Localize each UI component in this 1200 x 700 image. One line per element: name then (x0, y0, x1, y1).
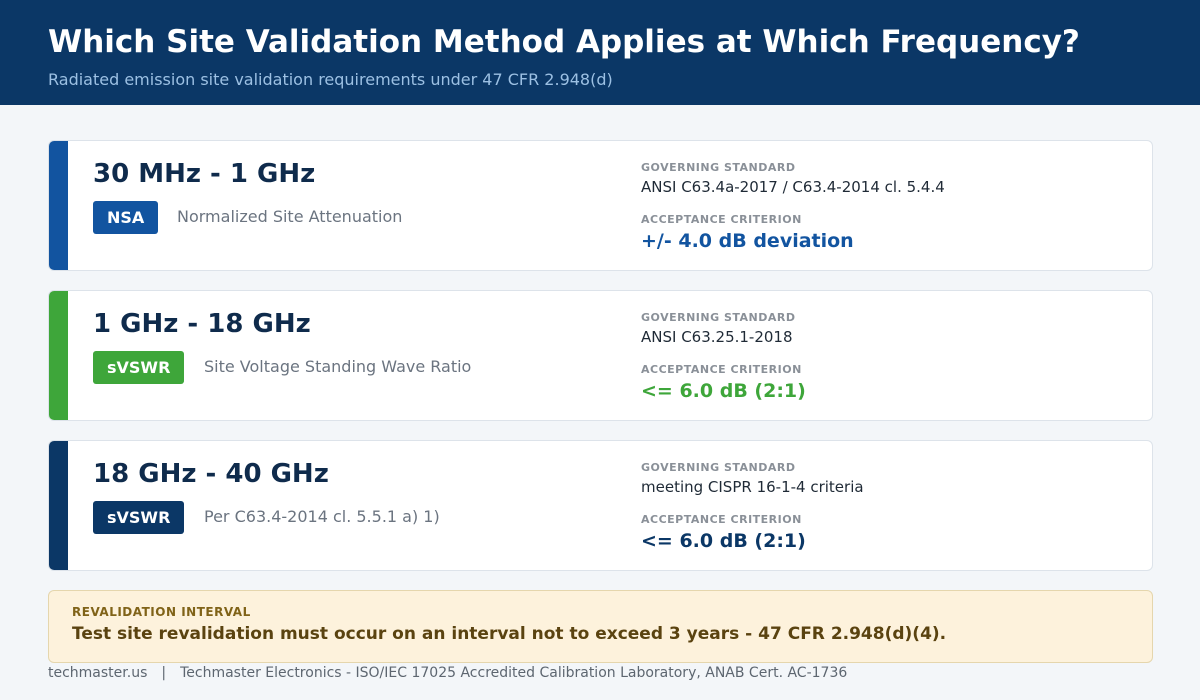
method-badge: NSA (93, 201, 159, 234)
method-name: Per C63.4-2014 cl. 5.5.1 a) 1) (204, 507, 440, 526)
acceptance-criterion: +/- 4.0 dB deviation (641, 230, 854, 252)
card-accent-bar (49, 291, 68, 420)
frequency-range: 30 MHz - 1 GHz (93, 159, 316, 189)
frequency-card-3: 18 GHz - 40 GHz sVSWR Per C63.4-2014 cl.… (48, 440, 1153, 571)
governing-standard: ANSI C63.4a-2017 / C63.4-2014 cl. 5.4.4 (641, 178, 945, 196)
method-badge: sVSWR (93, 351, 185, 384)
standard-label: GOVERNING STANDARD (641, 161, 796, 174)
footer-org: Techmaster Electronics - ISO/IEC 17025 A… (180, 665, 848, 681)
governing-standard: meeting CISPR 16-1-4 criteria (641, 478, 864, 496)
criterion-label: ACCEPTANCE CRITERION (641, 363, 802, 376)
revalidation-notice: REVALIDATION INTERVAL Test site revalida… (48, 590, 1153, 663)
page-subtitle: Radiated emission site validation requir… (48, 70, 613, 89)
card-accent-bar (49, 441, 68, 570)
acceptance-criterion: <= 6.0 dB (2:1) (641, 530, 806, 552)
footer-site: techmaster.us (48, 665, 148, 681)
notice-label: REVALIDATION INTERVAL (72, 605, 251, 619)
method-name: Site Voltage Standing Wave Ratio (204, 357, 472, 376)
standard-label: GOVERNING STANDARD (641, 311, 796, 324)
card-accent-bar (49, 141, 68, 270)
method-badge: sVSWR (93, 501, 185, 534)
footer-separator: | (161, 665, 167, 681)
frequency-card-1: 30 MHz - 1 GHz NSA Normalized Site Atten… (48, 140, 1153, 271)
page-title: Which Site Validation Method Applies at … (48, 24, 1080, 60)
acceptance-criterion: <= 6.0 dB (2:1) (641, 380, 806, 402)
footer: techmaster.us | Techmaster Electronics - I… (48, 665, 847, 681)
method-name: Normalized Site Attenuation (177, 207, 403, 226)
notice-text: Test site revalidation must occur on an … (72, 624, 947, 644)
governing-standard: ANSI C63.25.1-2018 (641, 328, 793, 346)
frequency-card-2: 1 GHz - 18 GHz sVSWR Site Voltage Standi… (48, 290, 1153, 421)
frequency-range: 18 GHz - 40 GHz (93, 459, 329, 489)
frequency-range: 1 GHz - 18 GHz (93, 309, 311, 339)
criterion-label: ACCEPTANCE CRITERION (641, 213, 802, 226)
criterion-label: ACCEPTANCE CRITERION (641, 513, 802, 526)
page-header: Which Site Validation Method Applies at … (0, 0, 1200, 105)
standard-label: GOVERNING STANDARD (641, 461, 796, 474)
